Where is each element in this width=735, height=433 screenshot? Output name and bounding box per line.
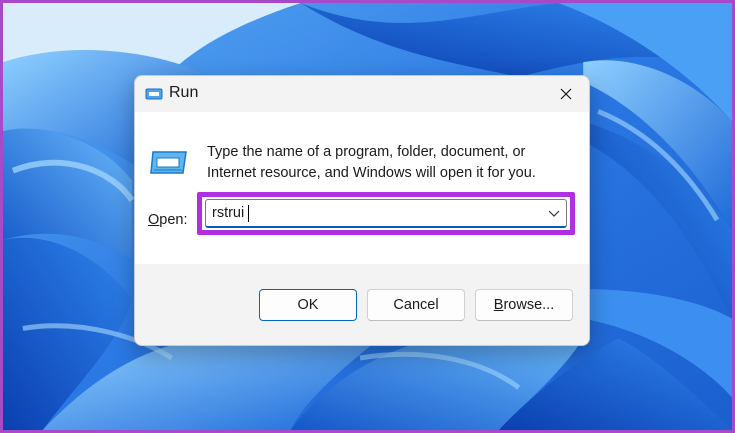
description-line-1: Type the name of a program, folder, docu… (207, 144, 526, 160)
run-icon (150, 151, 187, 174)
close-icon (560, 88, 572, 100)
browse-button[interactable]: Browse... (475, 289, 573, 321)
open-input[interactable] (206, 200, 536, 226)
desktop-screen: Run Type the name of a program, folder, … (0, 0, 735, 433)
run-dialog: Run Type the name of a program, folder, … (134, 75, 590, 346)
dialog-footer: OK Cancel Browse... (135, 264, 589, 345)
window-title: Run (169, 84, 199, 101)
browse-label: rowse... (503, 297, 555, 313)
chevron-down-icon[interactable] (548, 208, 560, 218)
title-bar[interactable]: Run (135, 76, 589, 112)
browse-accesskey: B (493, 297, 504, 313)
dialog-body: Type the name of a program, folder, docu… (135, 112, 589, 264)
cancel-button[interactable]: Cancel (367, 289, 465, 321)
open-combobox[interactable] (205, 199, 567, 228)
text-caret (248, 205, 249, 222)
run-app-icon (145, 88, 163, 100)
description-line-2: Internet resource, and Windows will open… (207, 165, 536, 181)
dialog-description: Type the name of a program, folder, docu… (207, 142, 577, 184)
open-label-text: pen: (159, 212, 188, 228)
close-button[interactable] (551, 80, 581, 108)
open-label: Open: (148, 212, 188, 228)
ok-button[interactable]: OK (259, 289, 357, 321)
open-label-accesskey: O (148, 212, 160, 228)
